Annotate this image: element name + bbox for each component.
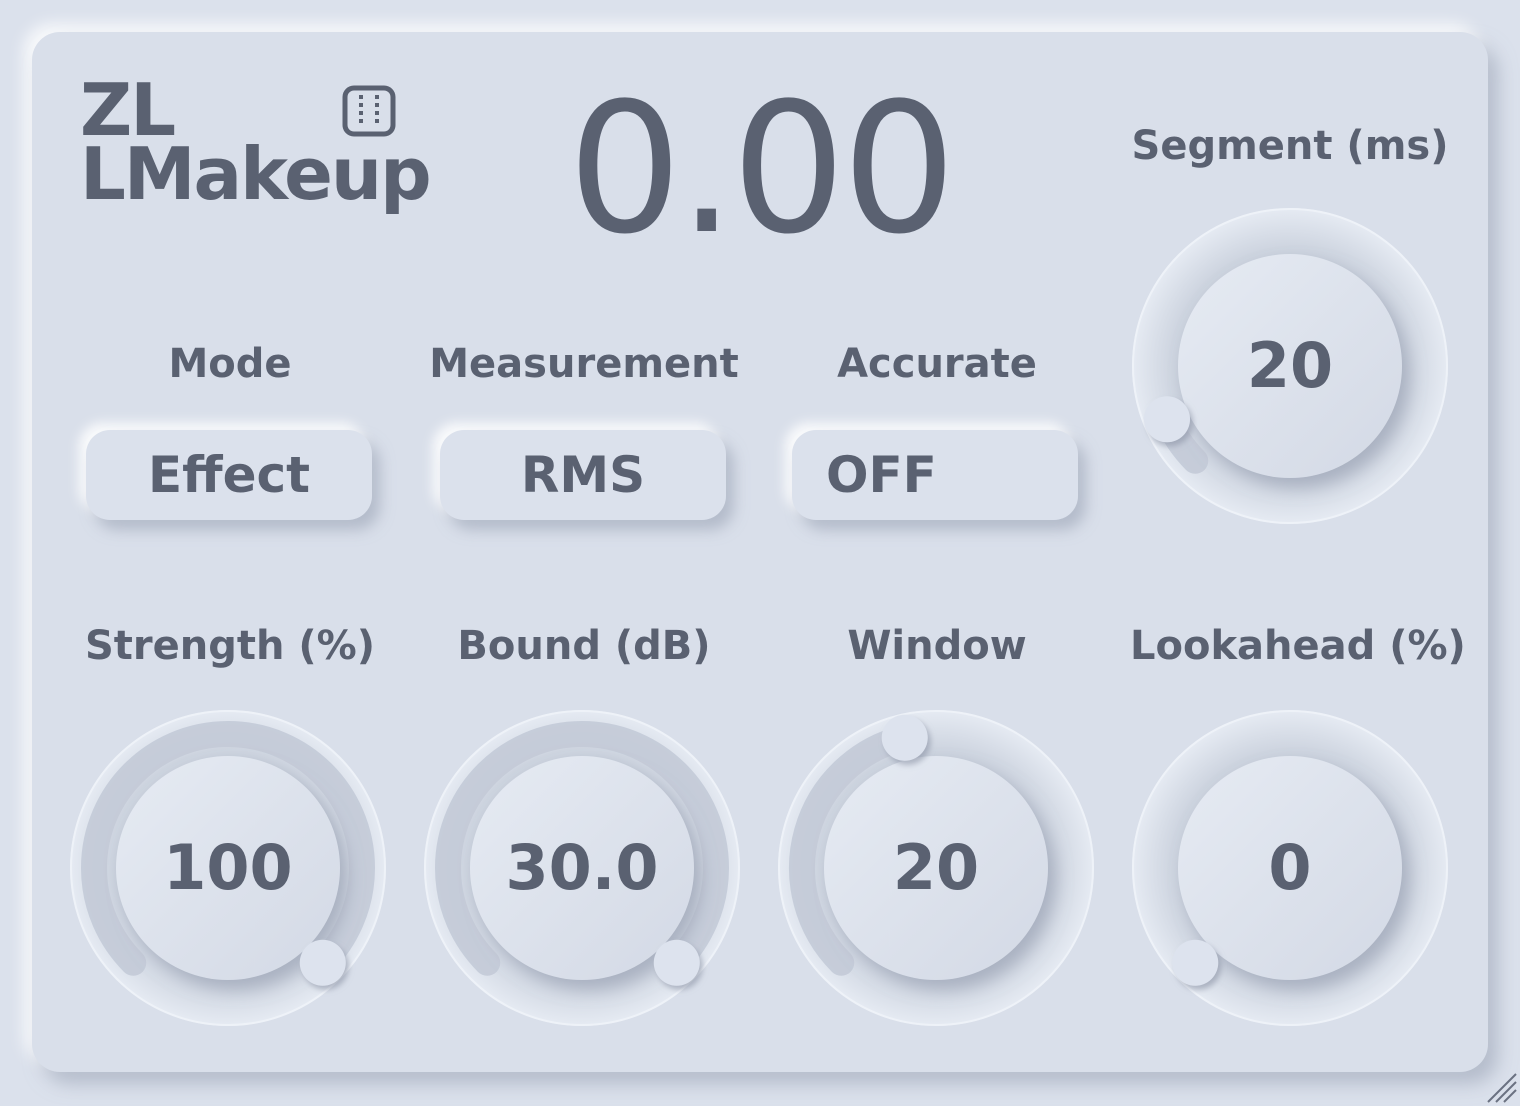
segment-knob-cap	[1178, 254, 1402, 478]
logo-line-2: LMakeup	[80, 132, 432, 216]
mode-label: Mode	[168, 341, 292, 387]
accurate-label: Accurate	[837, 341, 1037, 387]
strength-knob-cap	[116, 756, 340, 980]
segment-knob-thumb	[1144, 396, 1191, 443]
strength-knob[interactable]: 100	[68, 708, 388, 1028]
plugin-window: ZL LMakeup 0.00 Mode Measurement Accurat…	[0, 0, 1520, 1106]
measurement-button[interactable]: RMS	[440, 430, 726, 520]
window-label: Window	[847, 623, 1027, 669]
segment-knob-graphic	[1132, 208, 1448, 524]
window-knob-graphic	[778, 710, 1094, 1026]
bound-knob-thumb	[653, 939, 700, 986]
lookahead-knob[interactable]: 0	[1130, 708, 1450, 1028]
bound-knob-graphic	[424, 710, 740, 1026]
mode-button[interactable]: Effect	[86, 430, 372, 520]
segment-label: Segment (ms)	[1131, 123, 1449, 169]
strength-knob-graphic	[70, 710, 386, 1026]
lookahead-knob-graphic	[1132, 710, 1448, 1026]
segment-knob[interactable]: 20	[1130, 206, 1450, 526]
window-knob[interactable]: 20	[776, 708, 1096, 1028]
resize-grip-icon[interactable]	[1484, 1070, 1518, 1104]
window-knob-cap	[824, 756, 1048, 980]
loudness-readout: 0.00	[567, 65, 957, 274]
meter-icon[interactable]	[342, 85, 396, 137]
window-knob-thumb	[881, 714, 928, 761]
measurement-label: Measurement	[429, 341, 739, 387]
strength-knob-thumb	[299, 939, 346, 986]
lookahead-label: Lookahead (%)	[1130, 623, 1466, 669]
bound-knob[interactable]: 30.0	[422, 708, 742, 1028]
lookahead-knob-cap	[1178, 756, 1402, 980]
lookahead-knob-thumb	[1172, 939, 1219, 986]
accurate-button[interactable]: OFF	[792, 430, 1078, 520]
strength-label: Strength (%)	[84, 623, 376, 669]
bound-knob-cap	[470, 756, 694, 980]
bound-label: Bound (dB)	[457, 623, 711, 669]
